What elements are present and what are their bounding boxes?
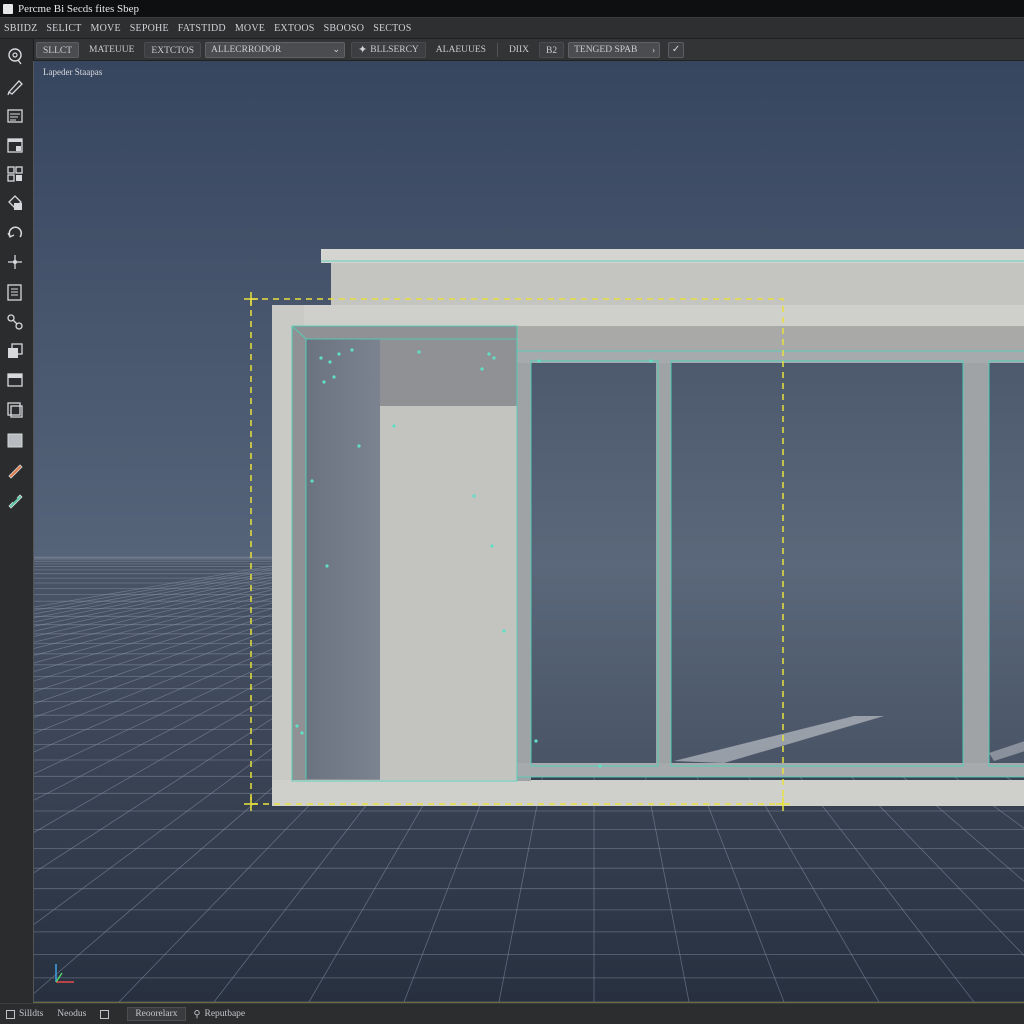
menu-item-move[interactable]: MOVE [91, 23, 130, 34]
status-bar: Silldts Neodus Reoorelarx ⚲ Reputbape [0, 1003, 1024, 1024]
menu-item-fatstidd[interactable]: FATSTIDD [178, 23, 235, 34]
alaeuues-button[interactable]: ALAEUUES [430, 42, 492, 58]
concrete-pillar [380, 406, 517, 780]
list-tool-button[interactable] [3, 281, 27, 303]
browser-icon [7, 373, 23, 387]
status-item-oc[interactable] [100, 1009, 113, 1019]
panel-icon [7, 109, 23, 123]
tengedsp-value: TENGED SPAB [574, 44, 638, 55]
mode-dropdown[interactable]: ALLECRRODOR ⌄ [205, 41, 346, 58]
select-icon [6, 1009, 15, 1019]
toolbar-divider [496, 42, 498, 57]
mateuue-button[interactable]: MATEUUE [83, 42, 140, 58]
node-link-icon [7, 314, 23, 330]
viewport-scene[interactable] [34, 61, 1024, 1002]
pin-icon: ✦ [358, 43, 368, 56]
tool-sidebar [0, 39, 34, 1002]
mode-dropdown-value: ALLECRRODOR [211, 44, 282, 55]
lasso-tool-button[interactable] [3, 45, 27, 67]
select-mode-button[interactable]: SLLCT [36, 41, 80, 58]
menu-bar: SBIIDZ SELICT MOVE SEPOHE FATSTIDD MOVE … [0, 18, 1024, 39]
move-axis-icon [8, 255, 22, 269]
pencil-icon [7, 80, 23, 95]
window-icon [7, 138, 23, 153]
move-axis-tool-button[interactable] [3, 251, 27, 273]
knife-icon [8, 464, 23, 479]
pencil-tool-button[interactable] [3, 75, 27, 97]
browser-tool-button[interactable] [3, 369, 27, 391]
grid-tool-button[interactable] [3, 163, 27, 185]
paint-bucket-tool-button[interactable] [3, 192, 27, 214]
status-label-silldts: Silldts [19, 1009, 44, 1019]
menu-item-sepohe[interactable]: SEPOHE [130, 23, 178, 34]
mullion-3 [963, 356, 989, 776]
bllsercy-button[interactable]: ✦ BLLSERCY [351, 41, 426, 58]
mullion-1 [517, 351, 531, 781]
layers-icon [7, 402, 23, 418]
title-bar: Percme Bi Secds fites Sbep [0, 0, 1024, 18]
menu-item-extoos[interactable]: EXTOOS [274, 23, 323, 34]
viewport-label: Lapeder Staapas [43, 67, 103, 77]
extctos-button[interactable]: EXTCTOS [144, 41, 202, 58]
duplicate-icon [8, 343, 23, 358]
check-icon: ✓ [671, 44, 681, 55]
floor-slab [272, 780, 1024, 806]
paint-bucket-icon [8, 195, 22, 210]
dix-button[interactable]: DIIX [503, 42, 535, 58]
rotate-icon [7, 226, 23, 238]
confirm-checkbox[interactable]: ✓ [668, 41, 685, 58]
glass-panel-1 [531, 361, 658, 766]
bandage-icon [8, 494, 23, 509]
roof-fascia [331, 263, 1024, 306]
shaded-box-tool-button[interactable] [3, 429, 27, 451]
panel-tool-button[interactable] [3, 105, 27, 127]
app-icon [3, 3, 13, 14]
recess-shadow [306, 339, 380, 779]
menu-item-move-2[interactable]: MOVE [235, 23, 274, 34]
duplicate-tool-button[interactable] [3, 340, 27, 362]
bllsercy-label: BLLSERCY [370, 44, 419, 55]
menu-item-sectos[interactable]: SECTOS [373, 23, 420, 34]
grid-icon [7, 166, 23, 182]
3d-viewport[interactable]: Lapeder Staapas [33, 61, 1024, 1003]
link-icon: ⚲ [193, 1009, 201, 1020]
list-icon [7, 284, 22, 301]
window-sill [517, 763, 1024, 777]
lasso-icon [8, 48, 22, 65]
menu-item-select[interactable]: SELICT [46, 23, 90, 34]
box-icon [100, 1009, 110, 1019]
status-item-reoorelarx[interactable]: Reoorelarx [127, 1007, 186, 1021]
b2-button[interactable]: B2 [539, 41, 565, 58]
glass-panel-2 [671, 361, 963, 766]
chevron-down-icon: ⌄ [332, 44, 341, 54]
knife-tool-button[interactable] [3, 459, 27, 481]
chevron-right-icon: › [652, 44, 656, 55]
window-title: Percme Bi Secds fites Sbep [18, 2, 139, 15]
layers-tool-button[interactable] [3, 399, 27, 421]
window-tool-button[interactable] [3, 134, 27, 156]
tool-options-bar: SLLCT MATEUUE EXTCTOS ALLECRRODOR ⌄ ✦ BL… [34, 39, 1024, 61]
status-item-reputbape[interactable]: ⚲ Reputbape [194, 1009, 246, 1020]
bandage-tool-button[interactable] [3, 489, 27, 511]
shaded-box-icon [7, 433, 23, 448]
menu-item-sboos[interactable]: SBOOSO [324, 23, 374, 34]
status-item-silldts[interactable]: Silldts [6, 1009, 43, 1019]
tengedsp-dropdown[interactable]: TENGED SPAB › [568, 41, 661, 58]
node-link-tool-button[interactable] [3, 311, 27, 333]
menu-item-sbiidz[interactable]: SBIIDZ [4, 23, 46, 34]
status-label-reputbape: Reputbape [204, 1009, 246, 1019]
rotate-tool-button[interactable] [3, 222, 27, 244]
status-item-neodus[interactable]: Neodus [57, 1009, 86, 1019]
glass-panel-3 [989, 361, 1024, 766]
